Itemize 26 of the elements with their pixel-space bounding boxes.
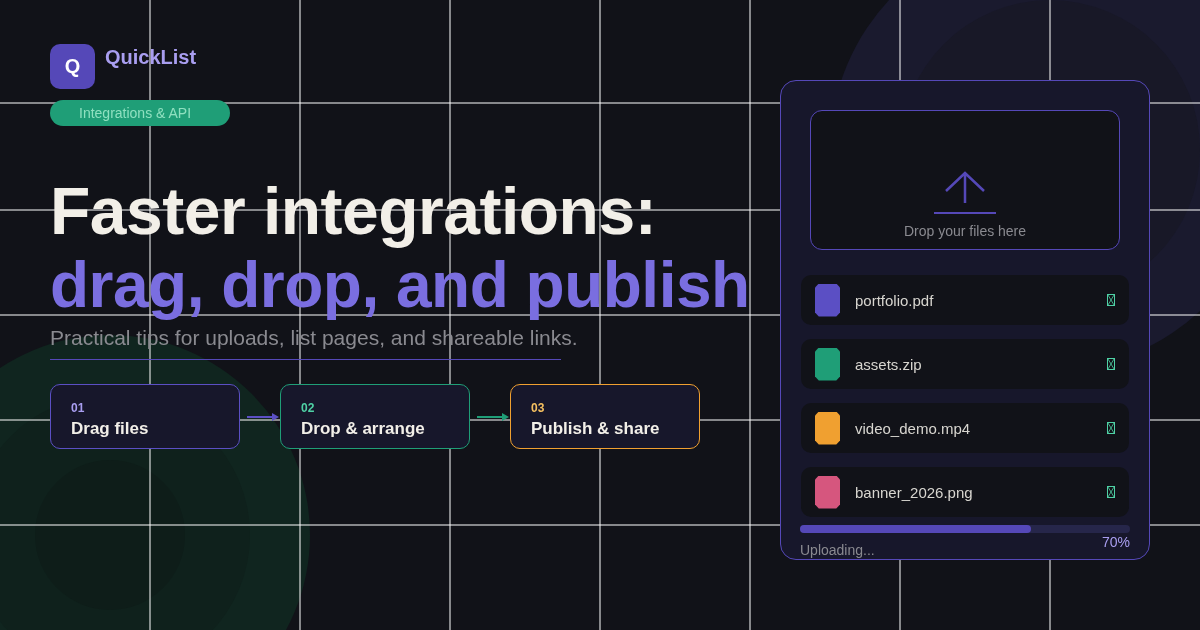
step-label: Drag files: [71, 419, 150, 439]
category-tag: Integrations & API: [50, 100, 230, 126]
upload-status: Uploading...: [800, 542, 875, 558]
status-icon: [1107, 486, 1115, 498]
file-name: portfolio.pdf: [855, 291, 935, 309]
step-number: 01: [71, 401, 86, 415]
file-row[interactable]: banner_2026.png: [801, 467, 1129, 517]
status-icon: [1107, 358, 1115, 370]
step-label: Drop & arrange: [301, 419, 426, 439]
file-row[interactable]: video_demo.mp4: [801, 403, 1129, 453]
app-logo: Q: [50, 44, 95, 89]
file-row[interactable]: assets.zip: [801, 339, 1129, 389]
step-label: Publish & share: [531, 419, 661, 439]
file-name: assets.zip: [855, 355, 923, 373]
file-row[interactable]: portfolio.pdf: [801, 275, 1129, 325]
drop-hint: Drop your files here: [903, 223, 1027, 239]
step-number: 03: [531, 401, 546, 415]
status-icon: [1107, 294, 1115, 306]
file-name: video_demo.mp4: [855, 419, 972, 437]
drop-zone[interactable]: Drop your files here: [810, 110, 1120, 250]
file-name: banner_2026.png: [855, 483, 974, 501]
status-icon: [1107, 422, 1115, 434]
upload-icon: [934, 171, 996, 215]
step-number: 02: [301, 401, 316, 415]
headline: Faster integrations:: [50, 174, 657, 249]
progress-percent: 70%: [1101, 534, 1130, 550]
